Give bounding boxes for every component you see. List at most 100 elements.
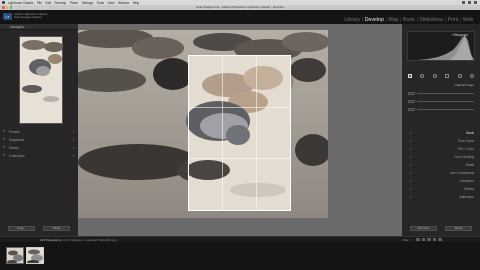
copy-settings-button[interactable]: Copy...	[8, 226, 35, 231]
module-library[interactable]: Library	[343, 17, 362, 23]
menu-app[interactable]: Lightroom Classic	[8, 1, 33, 5]
filmstrip	[0, 242, 480, 270]
module-develop[interactable]: Develop	[363, 17, 385, 23]
effects-label: Effects	[464, 187, 474, 191]
red-eye-icon[interactable]	[432, 73, 437, 78]
crop-tool-icon[interactable]	[408, 73, 412, 78]
add-collection-icon[interactable]: +	[73, 153, 75, 158]
reset-button[interactable]: Reset	[445, 226, 472, 231]
rating-filter: Filter:	[403, 238, 442, 242]
lens-corrections-section[interactable]: Lens Corrections	[410, 170, 474, 176]
crop-grid-line	[189, 157, 290, 159]
menu-view[interactable]: View	[108, 1, 115, 5]
radial-filter-icon[interactable]	[457, 73, 462, 78]
module-picker: Library | Develop | Map | Book | Slideshow | …	[343, 17, 475, 23]
thumbnail-image	[7, 248, 23, 263]
image-canvas[interactable]	[78, 24, 402, 236]
paste-settings-button[interactable]: Paste	[43, 226, 70, 231]
history-section[interactable]: History ×	[0, 144, 78, 151]
battery-icon[interactable]	[468, 1, 471, 4]
transform-section[interactable]: Transform	[410, 178, 474, 184]
straighten-tool-icon[interactable]	[408, 99, 415, 103]
add-snapshot-icon[interactable]: +	[73, 137, 75, 142]
module-book[interactable]: Book	[401, 17, 416, 23]
hsl-section[interactable]: HSL / Color	[410, 146, 474, 152]
crop-overlay[interactable]	[188, 55, 291, 211]
color-grading-section[interactable]: Color Grading	[410, 154, 474, 160]
filter-label: Filter:	[402, 237, 411, 242]
star-filter-icon[interactable]	[427, 237, 431, 242]
crop-grid-line	[255, 56, 257, 210]
aspect-lock-icon[interactable]	[408, 91, 415, 95]
transform-label: Transform	[459, 179, 474, 183]
snapshots-section[interactable]: Snapshots +	[0, 136, 78, 143]
effects-section[interactable]: Effects	[410, 186, 474, 192]
previous-button[interactable]: Previous	[410, 226, 437, 231]
lens-corrections-label: Lens Corrections	[449, 171, 474, 175]
module-print[interactable]: Print	[446, 17, 460, 23]
wifi-icon[interactable]	[462, 1, 465, 4]
constrain-checkbox[interactable]	[408, 107, 415, 111]
window-title: Seal Images.lrcat - Adobe Photoshop Ligh…	[196, 5, 284, 9]
star-filter-icon[interactable]	[416, 237, 420, 242]
collections-section[interactable]: Collections +	[0, 152, 78, 159]
menu-photo[interactable]: Photo	[70, 1, 78, 5]
module-web[interactable]: Web	[461, 17, 475, 23]
menu-develop[interactable]: Develop	[54, 1, 66, 5]
graduated-filter-icon[interactable]	[445, 73, 450, 78]
module-map[interactable]: Map	[387, 17, 400, 23]
star-filter-icon[interactable]	[421, 237, 426, 242]
spot-removal-icon[interactable]	[420, 73, 425, 78]
filmstrip-source[interactable]: All Photographs 1 of 15 photos / 1 selec…	[40, 238, 116, 242]
basic-label: Basic	[466, 131, 474, 135]
thumbnail-image	[27, 248, 43, 263]
calibration-label: Calibration	[458, 195, 474, 199]
menu-tools[interactable]: Tools	[97, 1, 104, 5]
hsl-label: HSL / Color	[457, 147, 474, 151]
apple-menu-icon[interactable]	[2, 1, 5, 4]
basic-section[interactable]: Basic	[410, 130, 474, 136]
clear-history-icon[interactable]: ×	[73, 145, 75, 150]
add-preset-icon[interactable]: +	[73, 129, 75, 134]
snapshots-label: Snapshots	[9, 137, 25, 142]
filmstrip-source-name: All Photographs	[40, 237, 62, 242]
menu-window[interactable]: Window	[118, 1, 129, 5]
navigator-header[interactable]: Navigator	[0, 24, 78, 30]
detail-section[interactable]: Detail	[410, 162, 474, 168]
constrain-row	[408, 107, 474, 111]
navigator-preview[interactable]	[19, 36, 63, 124]
star-filter-icon[interactable]	[432, 237, 437, 242]
clock-icon[interactable]	[474, 1, 477, 4]
history-label: History	[9, 145, 19, 150]
module-slideshow[interactable]: Slideshow	[418, 17, 445, 23]
star-filter-icon[interactable]	[438, 237, 442, 242]
calibration-section[interactable]: Calibration	[410, 194, 474, 200]
straighten-row	[408, 99, 474, 103]
navigator-seal-image	[20, 37, 62, 123]
adjustment-brush-icon[interactable]	[469, 73, 474, 78]
seal-photo[interactable]	[78, 30, 328, 218]
presets-section[interactable]: Presets +	[0, 128, 78, 135]
tone-curve-section[interactable]: Tone Curve	[410, 138, 474, 144]
menu-settings[interactable]: Settings	[82, 1, 94, 5]
angle-slider[interactable]	[417, 100, 474, 102]
navigator-title: Navigator	[10, 24, 25, 29]
close-window-icon[interactable]	[2, 6, 5, 9]
filmstrip-count: 1 of 15 photos / 1 selected	[62, 237, 98, 242]
minimize-window-icon[interactable]	[5, 6, 9, 9]
filmstrip-thumbnail-selected[interactable]	[26, 247, 44, 264]
right-panel: Histogram Original Image Basic Tone Curv…	[402, 24, 480, 236]
menu-help[interactable]: Help	[133, 1, 140, 5]
histogram[interactable]: Histogram	[407, 31, 475, 61]
menu-edit[interactable]: Edit	[45, 1, 51, 5]
crop-aspect-value[interactable]: Original Image	[454, 83, 474, 87]
collections-label: Collections	[9, 153, 25, 158]
color-grading-label: Color Grading	[454, 155, 474, 159]
detail-label: Detail	[465, 163, 474, 167]
lightroom-logo: Lr	[3, 13, 12, 20]
window-controls	[2, 6, 13, 9]
zoom-window-icon[interactable]	[9, 6, 13, 9]
tone-curve-label: Tone Curve	[457, 139, 474, 143]
menu-file[interactable]: File	[37, 1, 42, 5]
filmstrip-thumbnail[interactable]	[6, 247, 24, 264]
